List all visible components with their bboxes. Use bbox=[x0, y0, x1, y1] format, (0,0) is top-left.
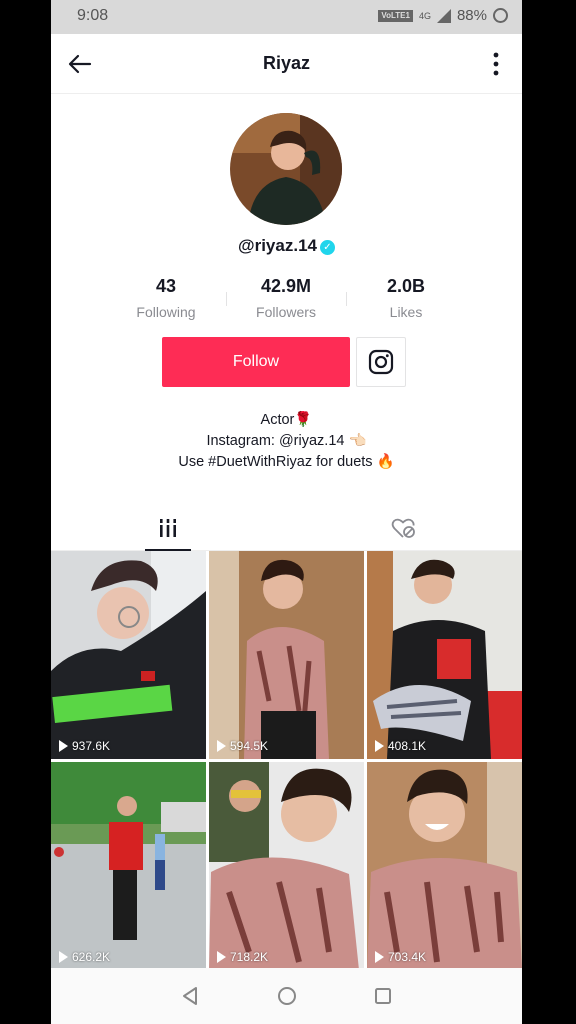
video-preview-image bbox=[209, 551, 364, 759]
signal-icon bbox=[436, 8, 451, 23]
battery-level: 88% bbox=[456, 7, 487, 24]
home-circle-icon[interactable] bbox=[276, 985, 298, 1007]
video-preview-image bbox=[367, 762, 522, 970]
video-grid: 937.6K 594.5K 408.1K 626.2K 718.2K 703.4… bbox=[51, 551, 522, 970]
instagram-button[interactable] bbox=[356, 337, 406, 387]
play-icon bbox=[375, 951, 384, 963]
video-thumbnail[interactable]: 703.4K bbox=[367, 762, 522, 970]
grid-icon bbox=[160, 519, 176, 537]
video-thumbnail[interactable]: 594.5K bbox=[209, 551, 364, 759]
back-triangle-icon[interactable] bbox=[179, 985, 201, 1007]
recents-square-icon[interactable] bbox=[372, 985, 394, 1007]
video-preview-image bbox=[367, 551, 522, 759]
view-count-text: 408.1K bbox=[388, 739, 427, 753]
view-count: 626.2K bbox=[59, 950, 110, 964]
avatar[interactable] bbox=[230, 113, 342, 225]
view-count: 594.5K bbox=[217, 739, 268, 753]
bio-line: Actor🌹 bbox=[260, 412, 313, 428]
video-thumbnail[interactable]: 626.2K bbox=[51, 762, 206, 970]
content-tabs bbox=[51, 505, 522, 551]
view-count-text: 718.2K bbox=[230, 950, 269, 964]
system-nav-bar bbox=[51, 968, 522, 1024]
bio-line: Use #DuetWithRiyaz for duets 🔥 bbox=[178, 454, 395, 470]
play-icon bbox=[59, 951, 68, 963]
page-title: Riyaz bbox=[262, 53, 311, 73]
phone-screen: 9:08 VoLTE1 4G 88% Riyaz @riyaz.14 ✓ 43 … bbox=[51, 0, 522, 1024]
follow-button[interactable]: Follow bbox=[162, 337, 350, 387]
video-thumbnail[interactable]: 408.1K bbox=[367, 551, 522, 759]
status-time: 9:08 bbox=[77, 7, 109, 24]
bio-line: Instagram: @riyaz.14 👈🏻 bbox=[206, 433, 367, 449]
play-icon bbox=[59, 740, 68, 752]
tab-liked[interactable] bbox=[374, 505, 434, 551]
liked-hidden-icon bbox=[391, 518, 415, 538]
video-thumbnail[interactable]: 937.6K bbox=[51, 551, 206, 759]
stat-likes: 2.0B Likes bbox=[346, 276, 466, 326]
instagram-icon bbox=[368, 349, 394, 375]
video-thumbnail[interactable]: 718.2K bbox=[209, 762, 364, 970]
tab-videos[interactable] bbox=[138, 505, 198, 551]
play-icon bbox=[217, 951, 226, 963]
view-count: 408.1K bbox=[375, 739, 426, 753]
sync-icon bbox=[493, 8, 508, 23]
username: @riyaz.14 bbox=[238, 236, 317, 255]
profile-bio: Actor🌹 Instagram: @riyaz.14 👈🏻 Use #Duet… bbox=[51, 410, 522, 473]
stat-followers[interactable]: 42.9M Followers bbox=[226, 276, 346, 326]
video-preview-image bbox=[51, 762, 206, 970]
status-icons: VoLTE1 4G 88% bbox=[378, 7, 508, 24]
play-icon bbox=[217, 740, 226, 752]
stat-label: Likes bbox=[389, 304, 423, 320]
status-bar: 9:08 VoLTE1 4G 88% bbox=[51, 0, 522, 34]
profile-stats: 43 Following 42.9M Followers 2.0B Likes bbox=[106, 276, 466, 326]
stat-label: Following bbox=[136, 304, 196, 320]
view-count-text: 937.6K bbox=[72, 739, 111, 753]
profile-header: Riyaz bbox=[51, 34, 522, 94]
view-count-text: 594.5K bbox=[230, 739, 269, 753]
view-count-text: 703.4K bbox=[388, 950, 427, 964]
volte-badge: VoLTE1 bbox=[378, 9, 413, 22]
view-count: 937.6K bbox=[59, 739, 110, 753]
stat-following[interactable]: 43 Following bbox=[106, 276, 226, 326]
video-preview-image bbox=[209, 762, 364, 970]
stat-value: 43 bbox=[155, 276, 177, 296]
username-row: @riyaz.14 ✓ bbox=[51, 236, 522, 256]
play-icon bbox=[375, 740, 384, 752]
view-count: 718.2K bbox=[217, 950, 268, 964]
view-count-text: 626.2K bbox=[72, 950, 111, 964]
stat-value: 2.0B bbox=[386, 276, 426, 296]
view-count: 703.4K bbox=[375, 950, 426, 964]
verified-badge-icon: ✓ bbox=[319, 240, 335, 255]
more-vertical-icon[interactable] bbox=[492, 51, 500, 77]
video-preview-image bbox=[51, 551, 206, 759]
stat-label: Followers bbox=[256, 304, 316, 320]
network-type: 4G bbox=[418, 10, 431, 21]
stat-value: 42.9M bbox=[260, 276, 312, 296]
